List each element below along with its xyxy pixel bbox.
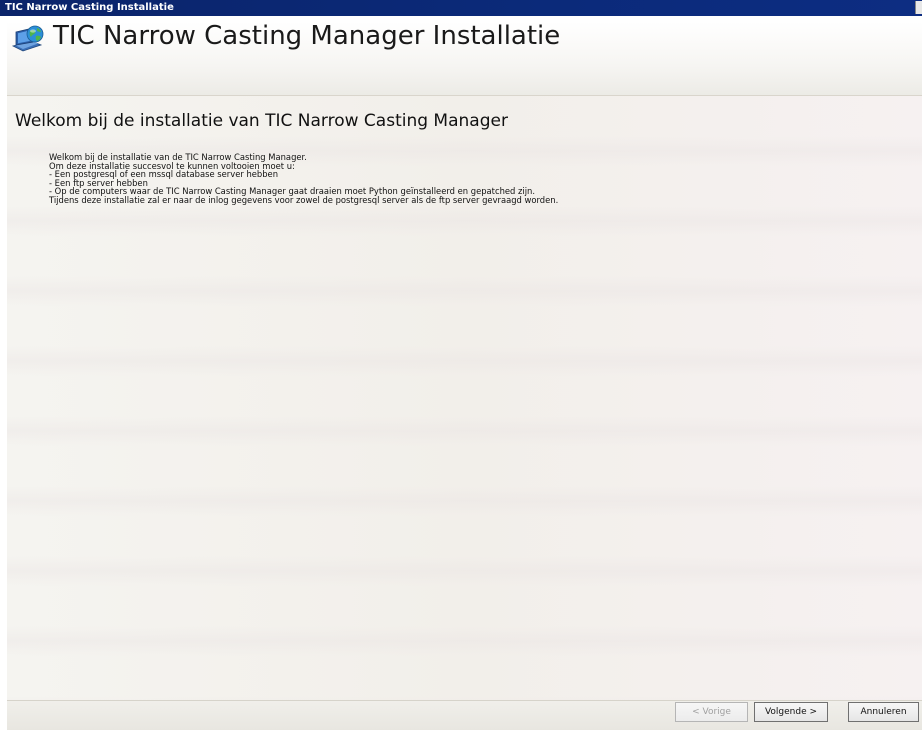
computer-globe-icon <box>11 24 45 52</box>
cancel-button[interactable]: Annuleren <box>848 702 919 722</box>
previous-button[interactable]: < Vorige <box>675 702 748 722</box>
text-line: Tijdens deze installatie zal er naar de … <box>49 194 559 205</box>
window-title: TIC Narrow Casting Installatie <box>5 2 174 13</box>
page-title: TIC Narrow Casting Manager Installatie <box>53 21 561 51</box>
welcome-heading: Welkom bij de installatie van TIC Narrow… <box>15 111 508 131</box>
title-bar[interactable]: TIC Narrow Casting Installatie <box>0 0 922 16</box>
window-control-button[interactable] <box>915 1 922 14</box>
welcome-text: Welkom bij de installatie van de TIC Nar… <box>49 153 558 205</box>
installer-window: TIC Narrow Casting Installatie TIC Narro… <box>0 0 922 730</box>
next-button[interactable]: Volgende > <box>754 702 828 722</box>
content-panel: Welkom bij de installatie van TIC Narrow… <box>7 96 922 700</box>
